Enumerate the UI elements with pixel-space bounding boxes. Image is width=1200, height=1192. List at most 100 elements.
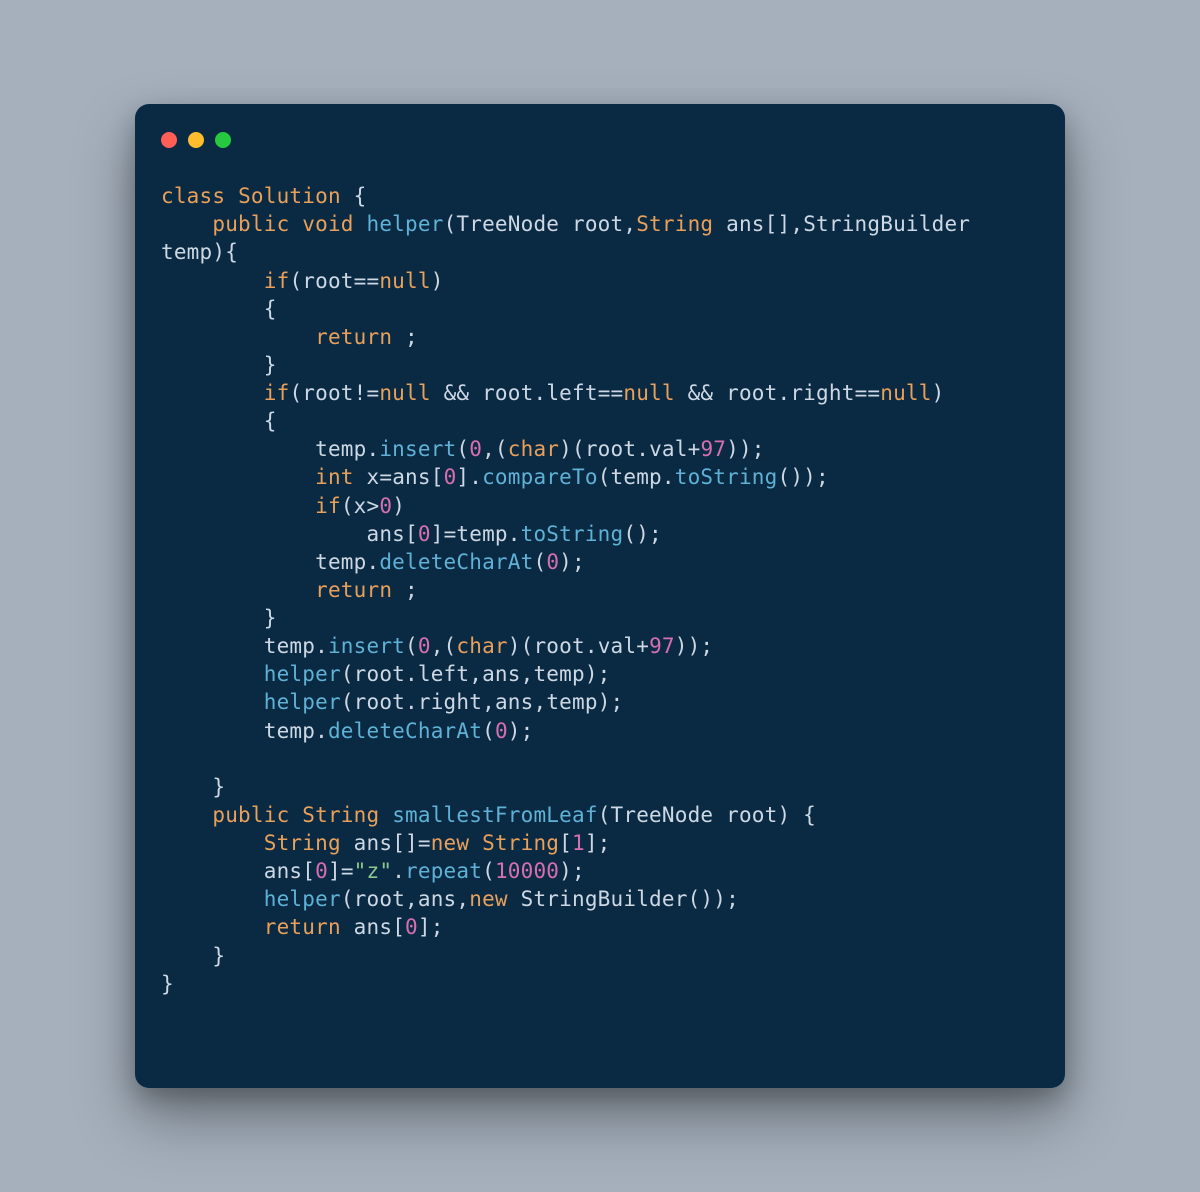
code-token: }: [161, 972, 174, 996]
code-token: ): [212, 240, 225, 264]
code-token: =: [379, 465, 392, 489]
code-token: null: [880, 381, 931, 405]
code-token: root: [533, 634, 584, 658]
code-token: }: [161, 775, 225, 799]
code-token: [161, 522, 367, 546]
code-token: [: [559, 831, 572, 855]
code-token: ;: [392, 578, 418, 602]
code-token: =: [444, 522, 457, 546]
code-token: 0: [418, 522, 431, 546]
code-token: ans: [354, 915, 393, 939]
code-token: .: [508, 522, 521, 546]
code-token: )(: [559, 437, 585, 461]
code-token: root: [354, 662, 405, 686]
code-token: (: [482, 719, 495, 743]
code-token: ,(: [482, 437, 508, 461]
code-token: [289, 212, 302, 236]
code-token: [161, 578, 315, 602]
code-token: &&: [444, 381, 470, 405]
code-token: [: [392, 915, 405, 939]
code-token: [161, 719, 264, 743]
code-token: ): [392, 494, 405, 518]
code-token: ans: [392, 465, 431, 489]
code-token: left: [418, 662, 469, 686]
code-token: temp: [456, 522, 507, 546]
code-token: [161, 212, 212, 236]
code-token: .: [367, 550, 380, 574]
code-token: .: [636, 437, 649, 461]
code-token: );: [598, 690, 624, 714]
code-token: temp: [315, 550, 366, 574]
code-token: String: [264, 831, 341, 855]
code-token: [161, 747, 264, 771]
code-token: [379, 803, 392, 827]
code-window: class Solution { public void helper(Tree…: [135, 104, 1065, 1088]
code-token: deleteCharAt: [328, 719, 482, 743]
code-token: null: [379, 381, 430, 405]
code-token: [: [431, 465, 444, 489]
code-token: repeat: [405, 859, 482, 883]
code-token: "z": [354, 859, 393, 883]
code-token: ans: [495, 690, 534, 714]
code-token: smallestFromLeaf: [392, 803, 598, 827]
code-token: .: [392, 859, 405, 883]
code-token: StringBuilder: [803, 212, 970, 236]
code-token: ): [932, 381, 945, 405]
code-token: (: [598, 465, 611, 489]
code-token: .: [662, 465, 675, 489]
code-token: 0: [469, 437, 482, 461]
code-token: TreeNode: [611, 803, 714, 827]
code-token: [161, 662, 264, 686]
code-token: [161, 325, 315, 349]
code-token: temp: [161, 240, 212, 264]
code-token: ]: [328, 859, 341, 883]
maximize-icon[interactable]: [215, 132, 231, 148]
code-token: ==: [598, 381, 624, 405]
code-token: [431, 381, 444, 405]
code-token: (: [444, 212, 457, 236]
code-token: ==: [354, 269, 380, 293]
code-token: (: [289, 269, 302, 293]
code-token: ));: [726, 437, 765, 461]
code-token: [161, 550, 315, 574]
code-token: String: [636, 212, 713, 236]
code-token: [161, 437, 315, 461]
code-token: [161, 690, 264, 714]
code-token: root: [354, 887, 405, 911]
code-token: [508, 887, 521, 911]
code-editor[interactable]: class Solution { public void helper(Tree…: [135, 154, 1065, 998]
code-token: void: [302, 212, 353, 236]
code-token: >: [367, 494, 380, 518]
close-icon[interactable]: [161, 132, 177, 148]
code-token: ,: [623, 212, 636, 236]
code-token: =: [418, 831, 431, 855]
code-token: (: [289, 381, 302, 405]
code-token: (: [341, 690, 354, 714]
code-token: {: [341, 184, 367, 208]
code-token: compareTo: [482, 465, 598, 489]
code-token: ]: [431, 522, 444, 546]
code-token: root: [572, 212, 623, 236]
code-token: [161, 887, 264, 911]
code-token: .: [405, 662, 418, 686]
code-token: .: [778, 381, 791, 405]
code-token: helper: [264, 690, 341, 714]
code-token: right: [418, 690, 482, 714]
code-token: (: [341, 662, 354, 686]
minimize-icon[interactable]: [188, 132, 204, 148]
code-token: ();: [623, 522, 662, 546]
code-token: if: [264, 269, 290, 293]
code-token: [675, 381, 688, 405]
code-token: [: [302, 859, 315, 883]
code-token: if: [315, 494, 341, 518]
code-token: deleteCharAt: [379, 550, 533, 574]
code-token: ): [431, 269, 444, 293]
code-token: [354, 212, 367, 236]
code-token: root: [354, 690, 405, 714]
code-token: public: [212, 803, 289, 827]
code-token: [],: [765, 212, 804, 236]
code-token: (: [533, 550, 546, 574]
code-token: temp: [264, 634, 315, 658]
code-token: 0: [495, 719, 508, 743]
code-token: ,: [456, 887, 469, 911]
